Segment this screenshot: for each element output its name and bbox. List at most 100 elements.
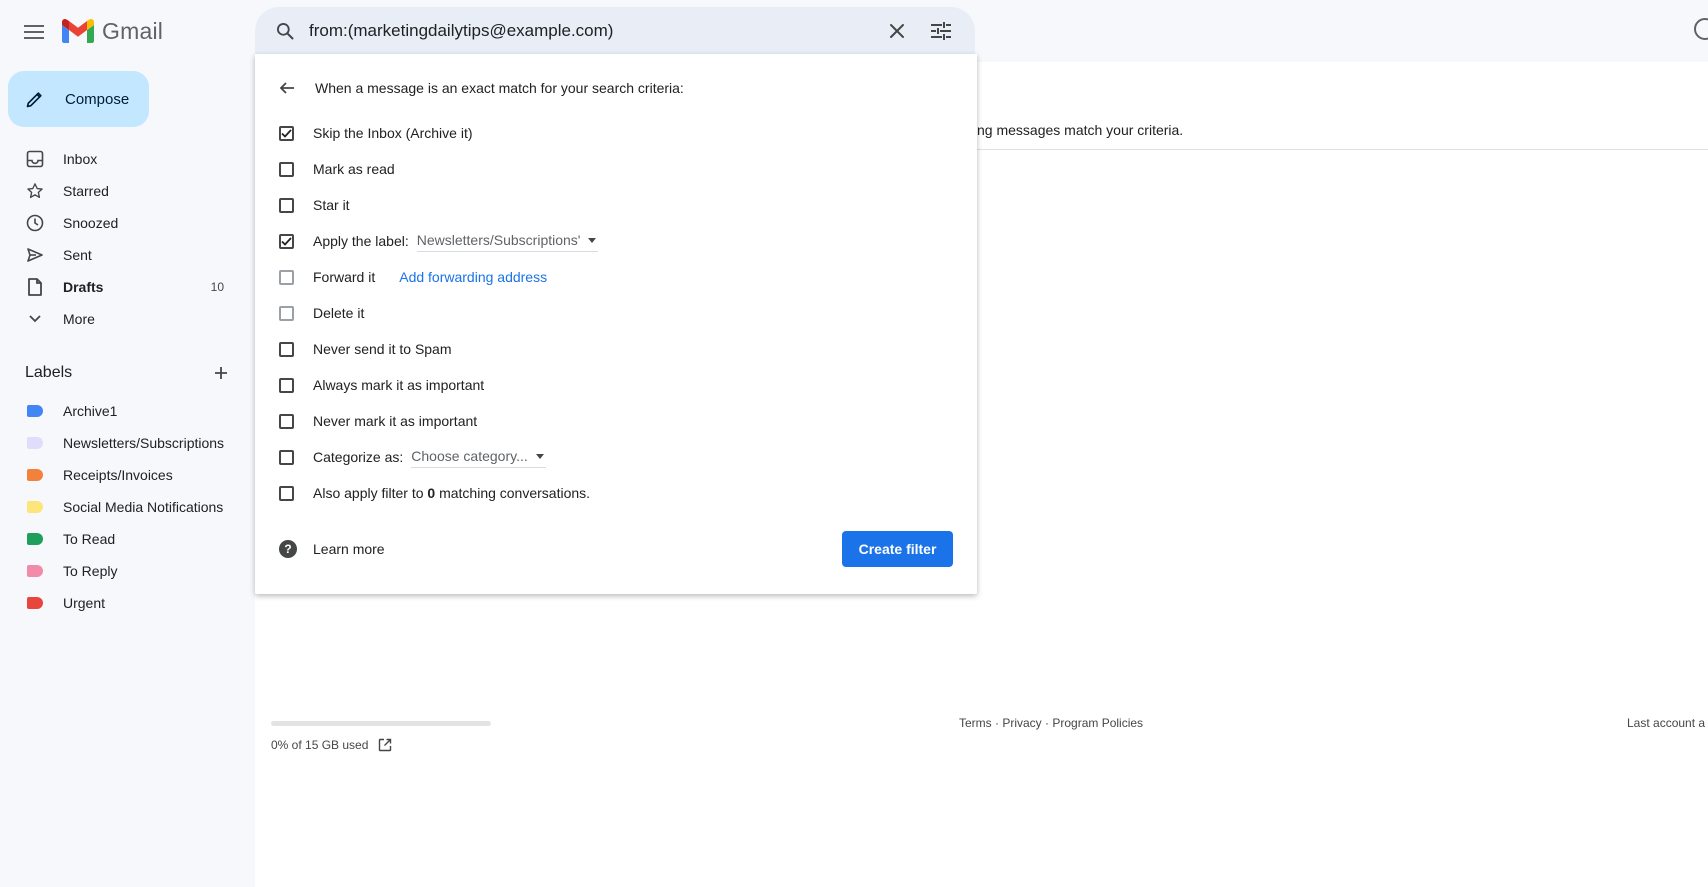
arrow-back-icon [279,82,294,94]
terms-link[interactable]: Terms [959,716,992,730]
option-skip-inbox: Skip the Inbox (Archive it) [279,115,598,151]
storage-bar [271,721,491,726]
forward-it-checkbox[interactable] [279,269,294,285]
drafts-count: 10 [210,280,224,294]
option-delete: Delete it [279,295,598,331]
storage-info: 0% of 15 GB used [271,738,392,752]
option-mark-read: Mark as read [279,151,598,187]
label-select-value: Newsletters/Subscriptions' [416,232,581,248]
option-never-spam: Never send it to Spam [279,331,598,367]
compose-label: Compose [65,90,130,108]
label-tag-icon [27,469,43,481]
search-icon [277,22,294,39]
file-icon [28,278,42,296]
inbox-icon [26,150,44,168]
pencil-icon [26,92,42,108]
label-item-to-read[interactable]: To Read [0,523,240,555]
option-forward: Forward it Add forwarding address [279,259,598,295]
last-account-activity[interactable]: Last account a [1627,716,1705,730]
search-input[interactable] [309,10,877,51]
also-apply-checkbox[interactable] [279,485,294,501]
star-icon [27,183,43,199]
category-select-value: Choose category... [411,448,528,464]
option-apply-label: Apply the label: Newsletters/Subscriptio… [279,223,599,259]
category-select[interactable]: Choose category... [411,446,546,468]
filter-panel-title: When a message is an exact match for you… [315,80,684,96]
search-options-button[interactable] [921,11,961,51]
label-item-archive1[interactable]: Archive1 [0,395,240,427]
matching-count: 0 [427,485,436,501]
chevron-down-icon [29,315,41,323]
main-menu-button[interactable] [16,14,52,50]
filter-options-panel: When a message is an exact match for you… [255,54,977,594]
create-label-button[interactable] [207,359,235,387]
back-button[interactable] [275,76,299,100]
mark-read-checkbox[interactable] [279,161,294,177]
labels-header: Labels [25,358,235,388]
dropdown-arrow-icon [535,453,544,459]
open-in-new-icon[interactable] [378,738,392,752]
skip-inbox-checkbox[interactable] [279,125,294,141]
sidebar-item-sent[interactable]: Sent [0,239,240,271]
search-button[interactable] [261,7,309,54]
support-icon[interactable] [1694,18,1708,40]
label-tag-icon [27,597,43,609]
labels-title: Labels [25,364,73,381]
also-apply-prefix: Also apply filter to [313,485,424,501]
no-results-message: ng messages match your criteria. [977,122,1184,138]
sidebar-item-inbox[interactable]: Inbox [0,143,240,175]
search-bar [255,7,975,54]
categorize-checkbox[interactable] [279,449,294,465]
program-policies-link[interactable]: Program Policies [1052,716,1143,730]
also-apply-suffix: matching conversations. [439,485,591,501]
sidebar-item-snoozed[interactable]: Snoozed [0,207,240,239]
apply-label-checkbox[interactable] [279,233,294,249]
sidebar-nav: Inbox Starred Snoozed Sent Drafts 10 Mor… [0,143,240,335]
add-forwarding-address-link[interactable]: Add forwarding address [399,269,547,285]
footer-separator: · [991,716,1003,730]
sidebar-item-starred[interactable]: Starred [0,175,240,207]
option-categorize: Categorize as: Choose category... [279,439,598,475]
label-tag-icon [27,437,43,449]
option-also-apply: Also apply filter to 0 matching conversa… [279,475,598,511]
clear-search-button[interactable] [877,11,917,51]
gmail-app: Gmail Compose Inbox Starre [0,0,1708,887]
filter-action-list: Skip the Inbox (Archive it) Mark as read… [279,115,599,511]
checkmark-icon [281,236,292,246]
label-select[interactable]: Newsletters/Subscriptions' [416,230,599,252]
hamburger-menu-icon [24,25,44,39]
gmail-logo[interactable]: Gmail [62,14,163,48]
option-star: Star it [279,187,598,223]
label-item-receipts[interactable]: Receipts/Invoices [0,459,240,491]
label-tag-icon [27,501,43,513]
privacy-link[interactable]: Privacy [1002,716,1041,730]
filter-panel-header: When a message is an exact match for you… [275,76,684,100]
label-item-to-reply[interactable]: To Reply [0,555,240,587]
delete-it-checkbox[interactable] [279,305,294,321]
label-tag-icon [27,405,43,417]
labels-list: Archive1 Newsletters/Subscriptions Recei… [0,395,240,619]
star-it-checkbox[interactable] [279,197,294,213]
gmail-wordmark: Gmail [102,17,164,44]
plus-icon [215,367,227,379]
close-icon [890,23,904,38]
learn-more-link[interactable]: Learn more [313,541,385,557]
option-never-important: Never mark it as important [279,403,598,439]
filter-panel-footer: ? Learn more Create filter [279,531,953,567]
label-item-social[interactable]: Social Media Notifications [0,491,240,523]
create-filter-button[interactable]: Create filter [842,531,953,567]
sidebar-item-more[interactable]: More [0,303,240,335]
clock-icon [26,214,44,232]
sidebar-item-drafts[interactable]: Drafts 10 [0,271,240,303]
label-item-urgent[interactable]: Urgent [0,587,240,619]
checkmark-icon [281,128,292,138]
compose-button[interactable]: Compose [8,71,149,127]
label-tag-icon [27,533,43,545]
always-important-checkbox[interactable] [279,377,294,393]
send-icon [27,248,43,262]
never-spam-checkbox[interactable] [279,341,294,357]
label-item-newsletters[interactable]: Newsletters/Subscriptions [0,427,240,459]
never-important-checkbox[interactable] [279,413,294,429]
help-icon[interactable]: ? [279,540,297,558]
storage-text: 0% of 15 GB used [271,738,369,752]
